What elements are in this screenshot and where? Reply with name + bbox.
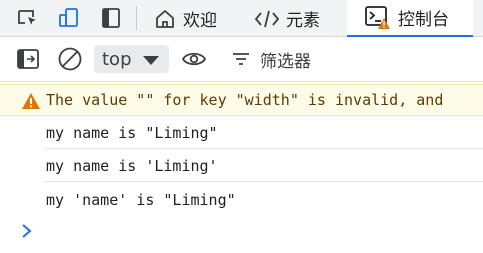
live-expression-button[interactable] [180,45,208,73]
devtools-tabbar: 欢迎 元素 控制台 [0,0,483,37]
log-message: my name is 'Liming' [46,157,218,175]
warning-message: The value "" for key "width" is invalid,… [46,91,444,109]
console-icon [365,5,390,29]
warning-icon [22,93,40,109]
filter-input[interactable]: 筛选器 [232,45,311,73]
tab-label: 元素 [286,11,320,31]
home-icon [156,9,174,28]
tab-elements[interactable]: 元素 [254,0,320,37]
dropdown-caret-icon [143,56,159,65]
filter-icon [233,53,249,65]
toggle-sidebar-icon[interactable] [98,5,124,31]
tab-divider [136,6,137,30]
console-toolbar: top 筛选器 [0,37,483,82]
tab-console[interactable]: 控制台 [347,0,473,37]
code-icon [254,10,280,27]
tab-welcome[interactable]: 欢迎 [153,0,217,37]
log-message: my 'name' is "Liming" [46,191,236,209]
console-log-row[interactable]: my name is 'Liming' [44,150,483,182]
eye-icon [181,52,207,66]
chevron-right-icon [22,224,32,238]
log-message: my name is "Liming" [46,124,218,142]
show-sidebar-button[interactable] [14,45,42,73]
console-log-row[interactable]: my 'name' is "Liming" [44,184,483,216]
context-value: top [102,48,132,70]
tab-label: 控制台 [398,10,449,30]
clear-console-button[interactable] [55,45,85,73]
tab-label: 欢迎 [183,11,217,31]
console-log-row[interactable]: my name is "Liming" [44,117,483,149]
context-select[interactable]: top [94,45,169,73]
device-emulation-icon[interactable] [56,5,82,31]
console-prompt[interactable] [20,222,34,244]
filter-placeholder: 筛选器 [260,51,311,72]
inspect-element-icon[interactable] [15,5,41,31]
block-icon [58,47,82,71]
sidebar-toggle-icon [17,49,39,69]
console-warning-row[interactable]: The value "" for key "width" is invalid,… [0,84,483,116]
